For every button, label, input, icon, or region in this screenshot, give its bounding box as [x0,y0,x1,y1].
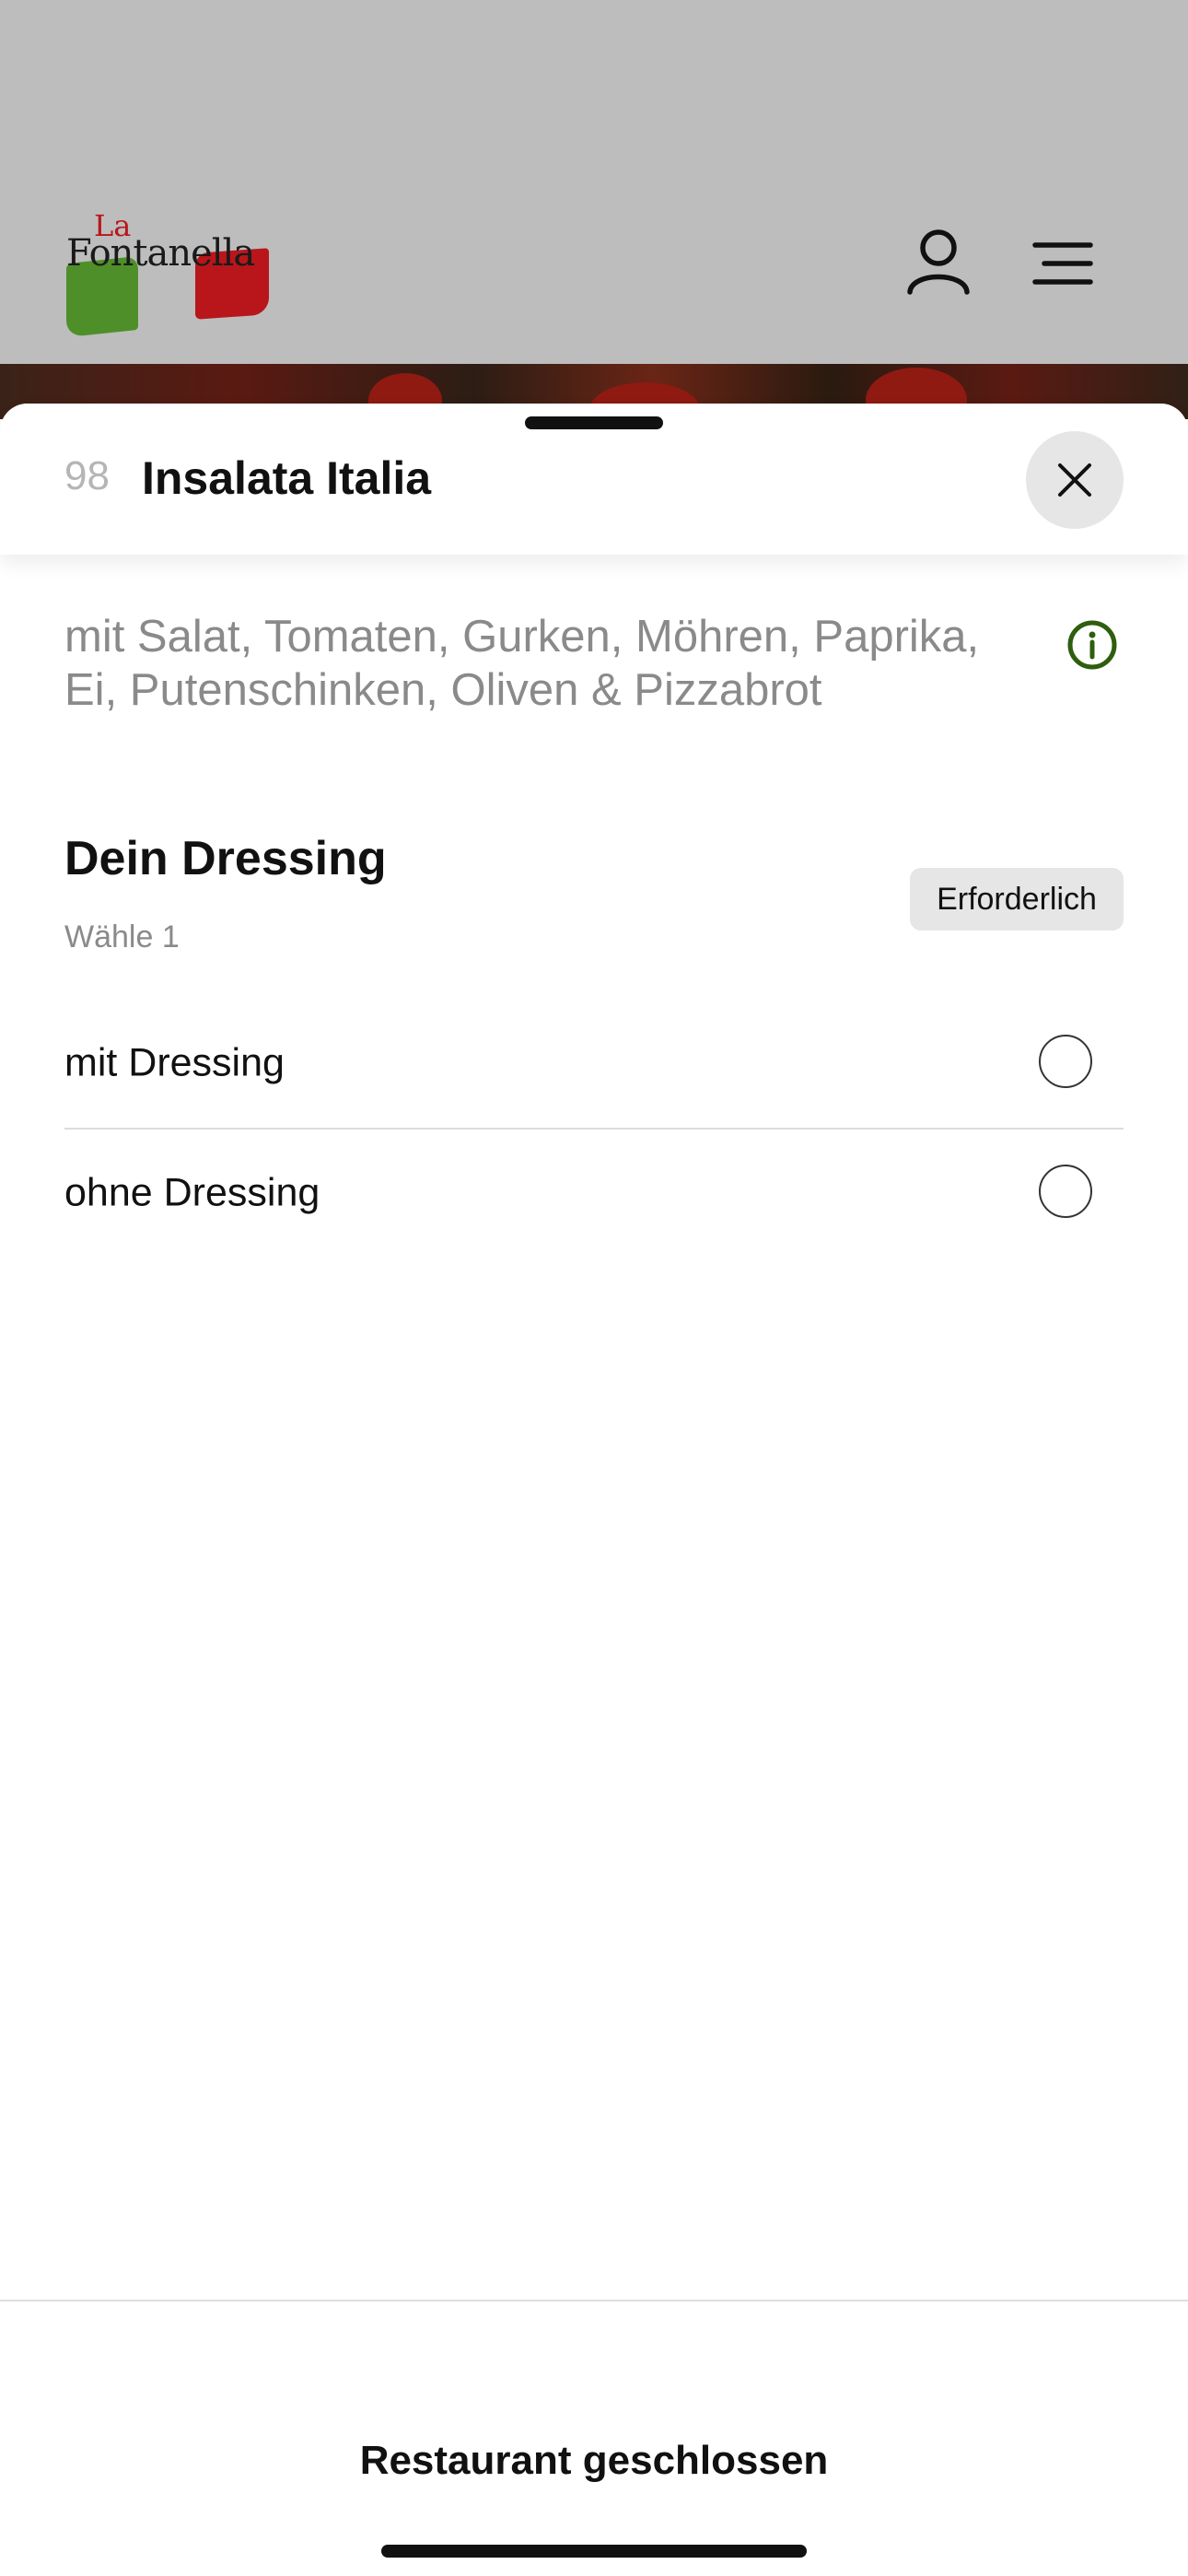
option-group-subtitle: Wähle 1 [64,919,180,954]
radio-button[interactable] [1039,1035,1092,1088]
info-icon[interactable] [1066,619,1118,671]
required-badge: Erforderlich [910,868,1124,931]
user-icon[interactable] [903,226,974,298]
menu-icon[interactable] [1030,238,1096,289]
logo-text-name: Fontanella [66,232,255,275]
screen: La Fontanella 98 Insalata Italia mit Sal… [0,0,1188,2576]
home-indicator [381,2545,807,2558]
option-label: ohne Dressing [64,1170,320,1215]
restaurant-logo[interactable]: La Fontanella [63,208,284,343]
item-detail-sheet: 98 Insalata Italia mit Salat, Tomaten, G… [0,404,1188,2576]
option-label: mit Dressing [64,1040,285,1085]
app-header: La Fontanella [0,0,1188,364]
option-row-mit-dressing[interactable]: mit Dressing [64,999,1124,1128]
item-number: 98 [64,453,110,498]
close-icon [1058,463,1091,497]
close-button[interactable] [1026,431,1124,529]
restaurant-status-text: Restaurant geschlossen [359,2438,829,2483]
sheet-grabber[interactable] [525,416,663,429]
option-group-title: Dein Dressing [64,832,387,885]
radio-button[interactable] [1039,1165,1092,1218]
sheet-header: 98 Insalata Italia [0,404,1188,555]
sheet-footer: Restaurant geschlossen [0,2300,1188,2576]
option-row-ohne-dressing[interactable]: ohne Dressing [64,1129,1124,1258]
item-description: mit Salat, Tomaten, Gurken, Möhren, Papr… [64,612,980,715]
item-title: Insalata Italia [142,452,432,504]
